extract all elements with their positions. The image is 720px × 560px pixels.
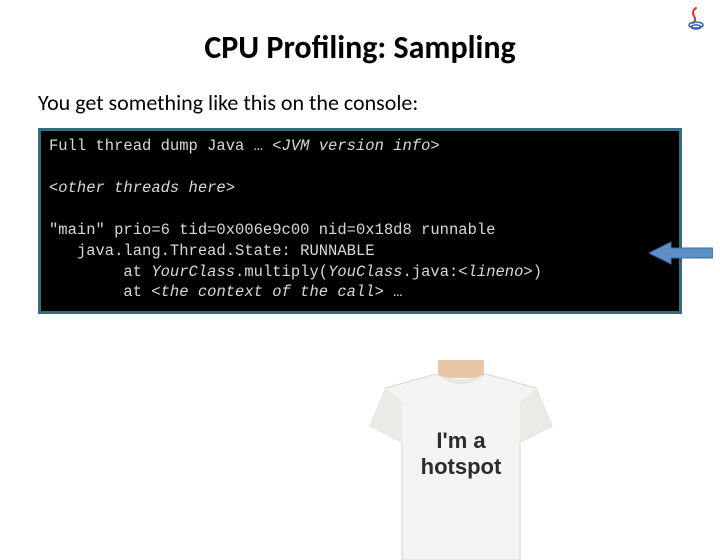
- thread-main-line: "main" prio=6 tid=0x006e9c00 nid=0x18d8 …: [49, 220, 671, 241]
- blank-line: [49, 199, 671, 220]
- page-title: CPU Profiling: Sampling: [0, 0, 720, 89]
- slide: CPU Profiling: Sampling You get somethin…: [0, 0, 720, 540]
- stack-frame-yourclass: at YourClass.multiply(YouClass.java:<lin…: [49, 262, 671, 283]
- java-duke-icon: [684, 6, 708, 30]
- console-output: Full thread dump Java … <JVM version inf…: [38, 128, 682, 314]
- stack-frame-context: at <the context of the call> …: [49, 282, 671, 303]
- jvm-version-placeholder: <JVM version info>: [272, 137, 439, 155]
- tshirt-text-line2: hotspot: [421, 454, 502, 479]
- tshirt-text-line1: I'm a: [436, 428, 486, 453]
- blank-line: [49, 157, 671, 178]
- hotspot-tshirt-image: I'm a hotspot: [350, 360, 572, 540]
- callout-arrow-icon: [649, 239, 713, 267]
- thread-state-line: java.lang.Thread.State: RUNNABLE: [49, 241, 671, 262]
- other-threads-placeholder: <other threads here>: [49, 179, 235, 197]
- dump-prefix: Full thread dump Java …: [49, 137, 272, 155]
- subtitle: You get something like this on the conso…: [0, 89, 720, 128]
